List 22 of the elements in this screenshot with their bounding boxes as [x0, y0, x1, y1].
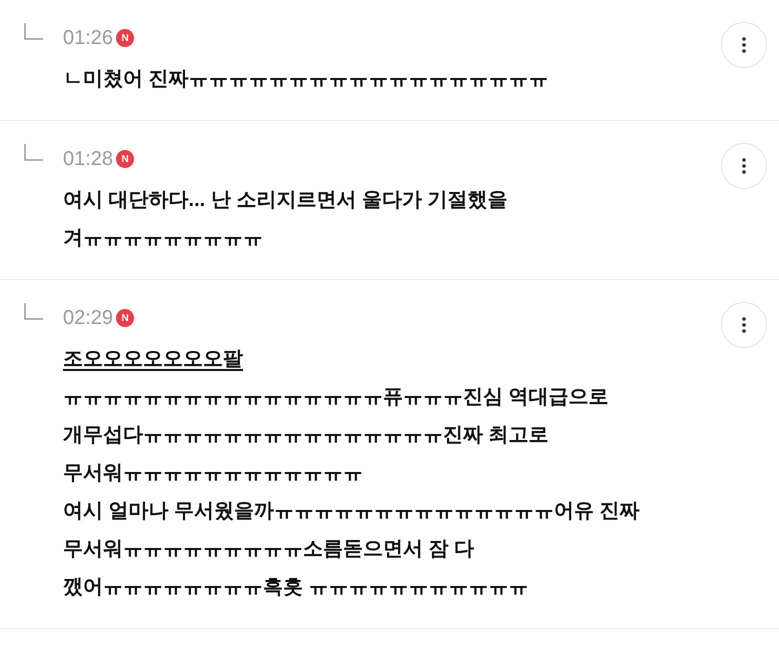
comment-text: 개무섭다ㅠㅠㅠㅠㅠㅠㅠㅠㅠㅠㅠㅠㅠㅠㅠ진짜 최고로 [63, 423, 550, 448]
more-options-button[interactable] [721, 143, 767, 189]
more-icon [742, 317, 746, 333]
comment-text: 여시 얼마나 무서웠을까ㅠㅠㅠㅠㅠㅠㅠㅠㅠㅠㅠㅠㅠㅠ어유 진짜 [63, 499, 640, 524]
more-options-button[interactable] [721, 302, 767, 348]
comment-time: 02:29 [63, 306, 114, 331]
comment-time: 01:26 [63, 26, 114, 51]
comment-text: 겨ㅠㅠㅠㅠㅠㅠㅠㅠㅠ [63, 226, 264, 251]
comment-text: 여시 대단하다... 난 소리지르면서 울다가 기절했을 [63, 188, 508, 213]
more-icon [742, 158, 746, 174]
comment-text: 조오오오오오오오팔 [63, 347, 244, 372]
comment-time: 01:28 [63, 147, 114, 172]
more-options-button[interactable] [721, 22, 767, 68]
comment-text: ㅠㅠㅠㅠㅠㅠㅠㅠㅠㅠㅠㅠㅠㅠㅠㅠ퓨ㅠㅠㅠ진심 역대급으로 [63, 385, 610, 410]
comment-text: 무서워ㅠㅠㅠㅠㅠㅠㅠㅠㅠㅠㅠㅠ [63, 461, 364, 486]
comment-text: ㄴ미쳤어 진짜ㅠㅠㅠㅠㅠㅠㅠㅠㅠㅠㅠㅠㅠㅠㅠㅠㅠㅠ [63, 67, 549, 92]
new-badge: N [116, 309, 134, 327]
comment-text: 깼어ㅠㅠㅠㅠㅠㅠㅠㅠ흑흣 ㅠㅠㅠㅠㅠㅠㅠㅠㅠㅠㅠ [63, 575, 530, 600]
new-badge: N [116, 150, 134, 168]
comment-text: 무서워ㅠㅠㅠㅠㅠㅠㅠㅠㅠ소름돋으면서 잠 다 [63, 537, 476, 562]
more-icon [742, 37, 746, 53]
new-badge: N [116, 29, 134, 47]
